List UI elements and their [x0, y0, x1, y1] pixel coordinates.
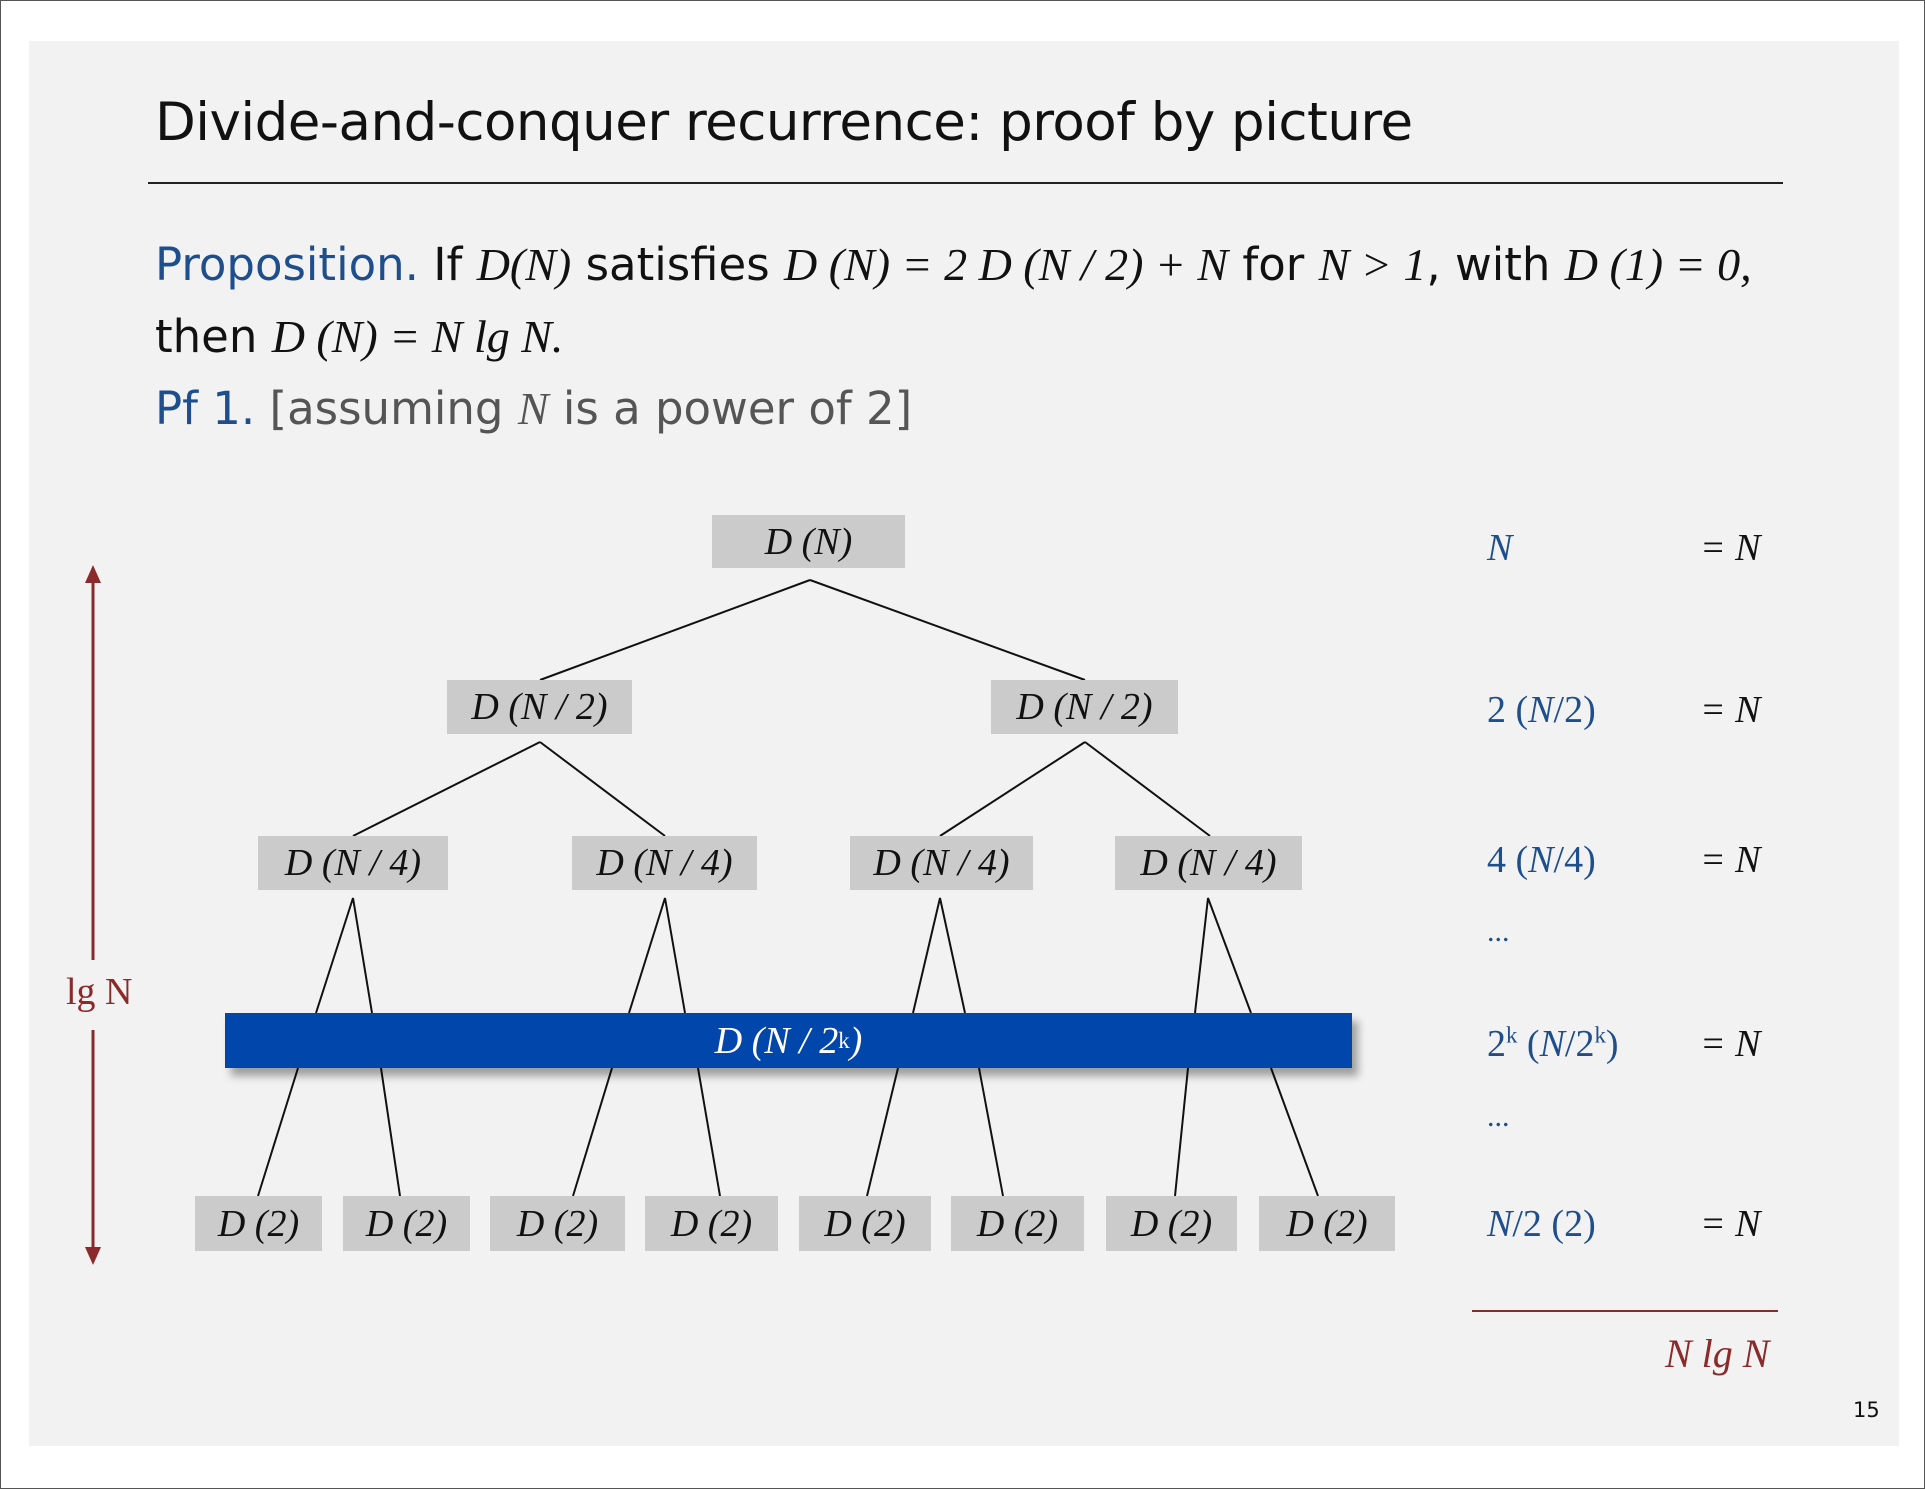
tree-node-level2: D (N / 4): [258, 836, 448, 890]
sum-term: 2k (N/2k): [1487, 1022, 1619, 1065]
tree-leaf: D (2): [645, 1196, 778, 1251]
sum-eq: = N: [1700, 689, 1761, 731]
edge: [866, 1067, 899, 1197]
sum-eq: = N: [1700, 527, 1761, 569]
edge: [912, 897, 966, 1014]
edge: [1270, 1067, 1319, 1197]
tree-leaf: D (2): [195, 1196, 322, 1251]
tree-node-level1: D (N / 2): [447, 680, 632, 734]
tree-leaf: D (2): [1259, 1196, 1395, 1251]
sum-term: N/2 (2): [1487, 1203, 1596, 1245]
tree-leaf: D (2): [1106, 1196, 1237, 1251]
level-k-band: D (N / 2 k): [225, 1013, 1352, 1068]
sum-eq: = N: [1700, 1023, 1761, 1065]
edge: [257, 1067, 299, 1197]
edge: [628, 897, 686, 1014]
edge: [380, 1067, 401, 1197]
height-label: lg N: [66, 971, 133, 1013]
tree-leaf: D (2): [343, 1196, 470, 1251]
edge: [809, 579, 1086, 681]
tree-node-level2: D (N / 4): [850, 836, 1033, 890]
arrow-head-up: [85, 565, 101, 583]
tree-leaf: D (2): [951, 1196, 1084, 1251]
edge: [315, 897, 373, 1014]
edge: [539, 741, 666, 837]
band-close: ): [849, 1019, 863, 1062]
edge: [978, 1067, 1004, 1197]
edge: [1174, 1067, 1189, 1197]
ellipsis: ...: [1487, 915, 1510, 948]
sum-total: N lg N: [1665, 1331, 1770, 1376]
sum-eq: = N: [1700, 1203, 1761, 1245]
edge: [352, 741, 541, 837]
page-number: 15: [1853, 1398, 1880, 1422]
arrow-head-down: [85, 1247, 101, 1265]
edge: [697, 1067, 721, 1197]
tree-node-level2: D (N / 4): [572, 836, 757, 890]
tree-leaf: D (2): [799, 1196, 931, 1251]
tree-node-level2: D (N / 4): [1115, 836, 1302, 890]
edge: [1194, 897, 1252, 1014]
tree-root: D (N): [712, 515, 905, 568]
sum-eq: = N: [1700, 839, 1761, 881]
edge: [1084, 741, 1211, 837]
tree-edges: [85, 565, 1778, 1312]
tree-leaf: D (2): [490, 1196, 625, 1251]
edge: [539, 579, 811, 681]
band-label: D (N / 2: [714, 1019, 839, 1062]
tree-node-level1: D (N / 2): [991, 680, 1178, 734]
edge: [572, 1067, 613, 1197]
sum-term: 2 (N/2): [1487, 689, 1596, 731]
sum-term: 4 (N/4): [1487, 839, 1596, 881]
sum-term: N: [1487, 527, 1513, 569]
edge: [939, 741, 1086, 837]
band-sup: k: [838, 1027, 850, 1053]
ellipsis: ...: [1487, 1100, 1510, 1133]
